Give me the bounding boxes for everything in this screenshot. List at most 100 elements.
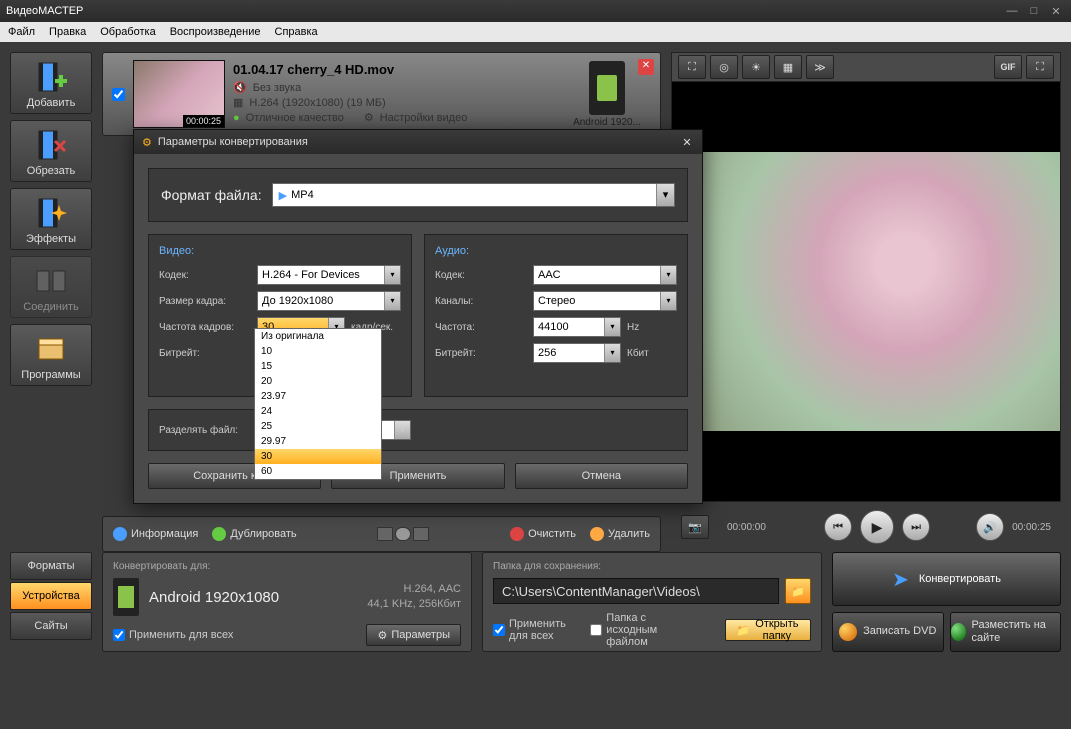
file-thumbnail[interactable]: 00:00:25 bbox=[133, 60, 225, 128]
chevron-down-icon[interactable]: ▾ bbox=[394, 421, 410, 439]
info-button[interactable]: Информация bbox=[113, 527, 198, 541]
fps-option-selected[interactable]: 30 bbox=[255, 449, 381, 464]
fps-option[interactable]: 29.97 bbox=[255, 434, 381, 449]
upload-button[interactable]: Разместить на сайте bbox=[950, 612, 1062, 652]
minimize-icon[interactable]: — bbox=[1003, 4, 1021, 18]
menu-playback[interactable]: Воспроизведение bbox=[170, 26, 261, 38]
audio-codec-select[interactable]: AAC▾ bbox=[533, 265, 677, 285]
open-folder-button[interactable]: 📁Открыть папку bbox=[725, 619, 811, 641]
params-button[interactable]: ⚙Параметры bbox=[366, 624, 461, 646]
toggle-icon[interactable] bbox=[395, 527, 411, 541]
preview-toolbar: ⛶ ◎ ☀ ▦ ≫ GIF ⛶ bbox=[671, 52, 1061, 82]
video-codec-select[interactable]: H.264 - For Devices▾ bbox=[257, 265, 401, 285]
tab-devices[interactable]: Устройства bbox=[10, 582, 92, 610]
close-icon[interactable]: ✕ bbox=[1047, 4, 1065, 18]
chevron-down-icon[interactable]: ▾ bbox=[660, 292, 676, 310]
video-settings-link[interactable]: Настройки видео bbox=[380, 112, 468, 124]
save-folder-panel: Папка для сохранения: C:\Users\ContentMa… bbox=[482, 552, 822, 652]
mp4-icon: ▶ bbox=[279, 189, 287, 202]
fullscreen-icon[interactable]: ⛶ bbox=[1026, 55, 1054, 79]
folder-icon: 📁 bbox=[791, 585, 805, 598]
remove-file-button[interactable]: ✕ bbox=[638, 59, 654, 75]
time-current: 00:00:00 bbox=[727, 522, 766, 533]
output-path[interactable]: C:\Users\ContentManager\Videos\ bbox=[493, 578, 779, 604]
frame-tool-icon[interactable]: ▦ bbox=[774, 55, 802, 79]
delete-icon bbox=[590, 527, 604, 541]
view-toggle[interactable] bbox=[377, 527, 429, 541]
chevron-down-icon[interactable]: ▾ bbox=[656, 184, 674, 206]
focus-tool-icon[interactable]: ◎ bbox=[710, 55, 738, 79]
chevron-down-icon[interactable]: ▾ bbox=[384, 266, 400, 284]
duplicate-button[interactable]: Дублировать bbox=[212, 527, 296, 541]
channels-select[interactable]: Стерео▾ bbox=[533, 291, 677, 311]
preview-frame bbox=[672, 152, 1060, 431]
browse-folder-button[interactable]: 📁 bbox=[785, 578, 811, 604]
gif-button[interactable]: GIF bbox=[994, 55, 1022, 79]
prev-button[interactable]: ⏮ bbox=[824, 513, 852, 541]
programs-button[interactable]: Программы bbox=[10, 324, 92, 386]
dialog-titlebar[interactable]: ⚙ Параметры конвертирования ✕ bbox=[134, 130, 702, 154]
split-label: Разделять файл: bbox=[159, 425, 251, 436]
delete-button[interactable]: Удалить bbox=[590, 527, 650, 541]
chevron-down-icon[interactable]: ▾ bbox=[604, 344, 620, 362]
duration-badge: 00:00:25 bbox=[183, 115, 224, 127]
speed-icon[interactable]: ≫ bbox=[806, 55, 834, 79]
folder-icon: 📁 bbox=[736, 624, 750, 637]
fps-option[interactable]: Из оригинала bbox=[255, 329, 381, 344]
volume-icon[interactable]: 🔊 bbox=[976, 513, 1004, 541]
clear-button[interactable]: Очистить bbox=[510, 527, 576, 541]
play-button[interactable]: ▶ bbox=[860, 510, 894, 544]
chevron-down-icon[interactable]: ▾ bbox=[660, 266, 676, 284]
time-total: 00:00:25 bbox=[1012, 522, 1051, 533]
format-select[interactable]: ▶ MP4 ▾ bbox=[272, 183, 675, 207]
fps-option[interactable]: 10 bbox=[255, 344, 381, 359]
grid-view-icon[interactable] bbox=[413, 527, 429, 541]
gear-icon[interactable]: ⚙ bbox=[364, 111, 374, 124]
next-button[interactable]: ⏭ bbox=[902, 513, 930, 541]
menu-edit[interactable]: Правка bbox=[49, 26, 86, 38]
apply-all-checkbox[interactable]: Применить для всех bbox=[113, 629, 233, 641]
convert-button[interactable]: ➤ Конвертировать bbox=[832, 552, 1061, 606]
crop-tool-icon[interactable]: ⛶ bbox=[678, 55, 706, 79]
menu-help[interactable]: Справка bbox=[275, 26, 318, 38]
same-folder-checkbox[interactable]: Папка с исходным файлом bbox=[590, 612, 697, 648]
list-view-icon[interactable] bbox=[377, 527, 393, 541]
action-bar: Информация Дублировать Очистить Удалить bbox=[102, 516, 661, 552]
burn-dvd-button[interactable]: Записать DVD bbox=[832, 612, 944, 652]
frequency-select[interactable]: 44100▾ bbox=[533, 317, 621, 337]
chevron-down-icon[interactable]: ▾ bbox=[604, 318, 620, 336]
film-scissors-icon bbox=[33, 127, 69, 163]
effects-button[interactable]: Эффекты bbox=[10, 188, 92, 250]
tab-formats[interactable]: Форматы bbox=[10, 552, 92, 580]
video-preview[interactable] bbox=[671, 82, 1061, 502]
brightness-icon[interactable]: ☀ bbox=[742, 55, 770, 79]
apply-all-save-checkbox[interactable]: Применить для всех bbox=[493, 618, 576, 642]
dialog-close-button[interactable]: ✕ bbox=[680, 136, 694, 149]
file-checkbox[interactable] bbox=[112, 88, 125, 101]
tab-sites[interactable]: Сайты bbox=[10, 612, 92, 640]
menu-process[interactable]: Обработка bbox=[100, 26, 155, 38]
frame-size-select[interactable]: До 1920x1080▾ bbox=[257, 291, 401, 311]
cancel-button[interactable]: Отмена bbox=[515, 463, 688, 489]
audio-bitrate-select[interactable]: 256▾ bbox=[533, 343, 621, 363]
fps-option[interactable]: 25 bbox=[255, 419, 381, 434]
gear-icon: ⚙ bbox=[142, 136, 152, 149]
chevron-down-icon[interactable]: ▾ bbox=[384, 292, 400, 310]
file-info: 01.04.17 cherry_4 HD.mov 🔇Без звука ▦H.2… bbox=[233, 62, 562, 126]
file-item[interactable]: 00:00:25 01.04.17 cherry_4 HD.mov 🔇Без з… bbox=[102, 52, 661, 136]
fps-dropdown-list[interactable]: Из оригинала 10 15 20 23.97 24 25 29.97 … bbox=[254, 328, 382, 480]
maximize-icon[interactable]: □ bbox=[1025, 4, 1043, 18]
fps-option[interactable]: 15 bbox=[255, 359, 381, 374]
add-button[interactable]: Добавить bbox=[10, 52, 92, 114]
fps-option[interactable]: 24 bbox=[255, 404, 381, 419]
snapshot-icon[interactable]: 📷 bbox=[681, 515, 709, 539]
fps-option[interactable]: 23.97 bbox=[255, 389, 381, 404]
device-target-row[interactable]: Android 1920x1080 H.264, AAC 44,1 KHz, 2… bbox=[113, 578, 461, 616]
android-phone-icon bbox=[113, 578, 139, 616]
fps-option[interactable]: 20 bbox=[255, 374, 381, 389]
fps-option[interactable]: 60 bbox=[255, 464, 381, 479]
join-button[interactable]: Соединить bbox=[10, 256, 92, 318]
menu-file[interactable]: Файл bbox=[8, 26, 35, 38]
file-name: 01.04.17 cherry_4 HD.mov bbox=[233, 62, 562, 77]
cut-button[interactable]: Обрезать bbox=[10, 120, 92, 182]
